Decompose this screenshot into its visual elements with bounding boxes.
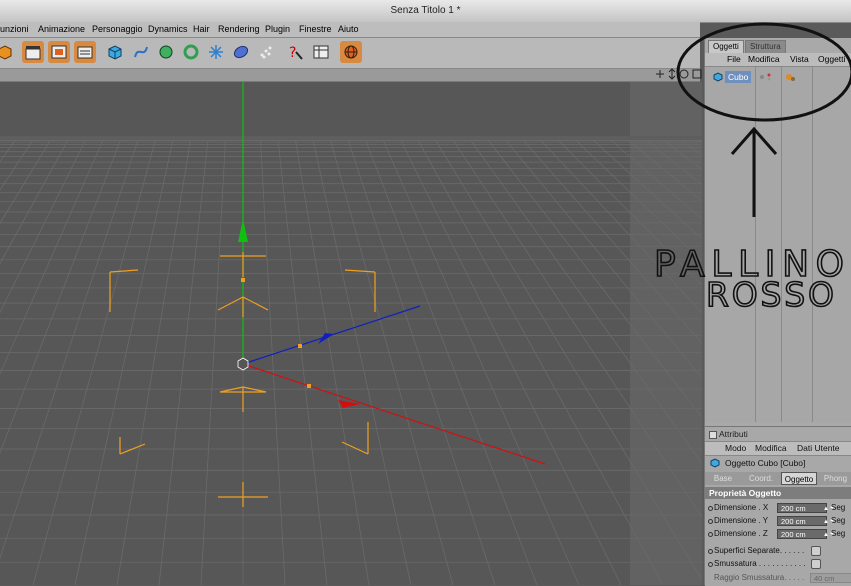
om-menu-vista[interactable]: Vista <box>790 53 809 66</box>
attributes-object-label: Oggetto Cubo [Cubo] <box>705 456 851 470</box>
menu-funzioni[interactable]: unzioni <box>0 22 29 37</box>
right-panel: Oggetti Struttura File Modifica Vista Og… <box>704 38 851 586</box>
attr-menu-modo[interactable]: Modo <box>725 442 746 455</box>
attributes-manager: Attributi Modo Modifica Dati Utente Ogge… <box>705 426 851 586</box>
viewport-header <box>0 69 700 82</box>
3d-viewport[interactable] <box>0 82 702 585</box>
modeling-icon[interactable] <box>180 41 202 63</box>
y-handle <box>241 278 245 282</box>
field-fillet: Smussatura . . . . . . . . . . . <box>705 558 851 570</box>
svg-text:?: ? <box>289 45 296 61</box>
attr-tab-base[interactable]: Base <box>705 472 741 485</box>
menu-finestre[interactable]: Finestre <box>299 22 332 37</box>
separate-surfaces-checkbox[interactable] <box>811 546 821 556</box>
menu-dynamics[interactable]: Dynamics <box>148 22 188 37</box>
tag-icon[interactable] <box>785 72 797 82</box>
dimension-z-input[interactable]: 200 cm <box>777 529 827 539</box>
viewport-nav-icons[interactable] <box>656 68 704 80</box>
viewport-scene <box>0 82 702 585</box>
tab-oggetti[interactable]: Oggetti <box>708 40 744 53</box>
om-menu-oggetti[interactable]: Oggetti <box>818 53 845 66</box>
segments-label: Seg <box>831 516 846 525</box>
attr-menu-dati-utente[interactable]: Dati Utente <box>797 442 840 455</box>
menu-hair[interactable]: Hair <box>193 22 210 37</box>
nurbs-icon[interactable] <box>155 41 177 63</box>
spline-icon[interactable] <box>130 41 152 63</box>
tree-row-cubo[interactable]: Cubo <box>705 71 851 83</box>
field-fillet-radius: Raggio Smussatura. . . . . 40 cm <box>705 572 851 584</box>
deformer-icon[interactable] <box>205 41 227 63</box>
object-tree[interactable]: Cubo <box>705 67 851 422</box>
menu-personaggio[interactable]: Personaggio <box>92 22 143 37</box>
render-view-icon[interactable] <box>48 41 70 63</box>
segments-label: Seg <box>831 529 846 538</box>
tree-column-divider <box>781 67 782 422</box>
particle-icon[interactable] <box>255 41 277 63</box>
field-label: Dimensione . X <box>714 503 769 512</box>
clapper-icon[interactable] <box>22 41 44 63</box>
cube-object-icon <box>713 72 723 82</box>
attributes-toggle[interactable] <box>709 431 717 439</box>
field-label: Raggio Smussatura. . . . . <box>714 573 805 582</box>
field-label: Smussatura . . . . . . . . . . . <box>714 559 806 568</box>
keyframe-dot[interactable] <box>708 549 713 554</box>
cube-tool-icon[interactable] <box>0 41 16 63</box>
primitive-cube-icon[interactable] <box>104 41 126 63</box>
attributes-menu: Modo Modifica Dati Utente <box>705 441 851 456</box>
main-toolbar: ? <box>0 38 700 69</box>
attr-tab-phong[interactable]: Phong <box>819 472 851 485</box>
window-title: Senza Titolo 1 * <box>0 0 851 23</box>
x-handle <box>307 384 311 388</box>
viewport-right-band <box>630 82 702 585</box>
attr-tab-coord[interactable]: Coord. <box>743 472 779 485</box>
field-dimension-z: Dimensione . Z 200 cm ▲▼ Seg <box>705 528 851 540</box>
attr-tab-oggetto[interactable]: Oggetto <box>781 472 817 485</box>
field-dimension-y: Dimensione . Y 200 cm ▲▼ Seg <box>705 515 851 527</box>
cube-object-icon <box>710 458 720 468</box>
om-menu-file[interactable]: File <box>727 53 741 66</box>
keyframe-dot[interactable] <box>708 532 713 537</box>
origin-cube <box>237 357 249 371</box>
attr-menu-modifica[interactable]: Modifica <box>755 442 787 455</box>
field-dimension-x: Dimensione . X 200 cm ▲▼ Seg <box>705 502 851 514</box>
field-label: Superfici Separate. . . . . . <box>714 546 805 555</box>
menu-animazione[interactable]: Animazione <box>38 22 85 37</box>
help-icon[interactable]: ? <box>284 41 306 63</box>
tab-struttura[interactable]: Struttura <box>745 40 786 53</box>
attributes-tabs: Base Coord. Oggetto Phong <box>705 472 851 485</box>
menu-aiuto[interactable]: Aiuto <box>338 22 359 37</box>
fillet-radius-input[interactable]: 40 cm <box>810 573 851 583</box>
viewport-background <box>0 82 702 585</box>
menu-rendering[interactable]: Rendering <box>218 22 260 37</box>
om-menu-modifica[interactable]: Modifica <box>748 53 780 66</box>
object-name[interactable]: Cubo <box>725 71 752 83</box>
field-label: Dimensione . Z <box>714 529 768 538</box>
object-label-text: Oggetto Cubo [Cubo] <box>725 458 806 468</box>
dimension-x-input[interactable]: 200 cm <box>777 503 827 513</box>
field-separate-surfaces: Superfici Separate. . . . . . <box>705 545 851 557</box>
scene-icon[interactable] <box>230 41 252 63</box>
main-menubar: unzioni Animazione Personaggio Dynamics … <box>0 22 700 38</box>
menu-plugin[interactable]: Plugin <box>265 22 290 37</box>
keyframe-dot[interactable] <box>708 506 713 511</box>
visibility-dots[interactable] <box>759 73 779 81</box>
section-header: Proprietà Oggetto <box>705 487 851 499</box>
tree-column-divider <box>812 67 813 422</box>
field-label: Dimensione . Y <box>714 516 769 525</box>
dimension-y-input[interactable]: 200 cm <box>777 516 827 526</box>
tree-column-divider <box>755 67 756 422</box>
table-icon[interactable] <box>310 41 332 63</box>
object-manager-menu: File Modifica Vista Oggetti <box>705 53 851 67</box>
z-handle <box>298 344 302 348</box>
keyframe-dot[interactable] <box>708 519 713 524</box>
horizon-band <box>0 136 702 140</box>
attributes-title: Attributi <box>719 429 748 439</box>
segments-label: Seg <box>831 503 846 512</box>
render-settings-icon[interactable] <box>74 41 96 63</box>
fillet-checkbox[interactable] <box>811 559 821 569</box>
keyframe-dot[interactable] <box>708 562 713 567</box>
globe-icon[interactable] <box>340 41 362 63</box>
